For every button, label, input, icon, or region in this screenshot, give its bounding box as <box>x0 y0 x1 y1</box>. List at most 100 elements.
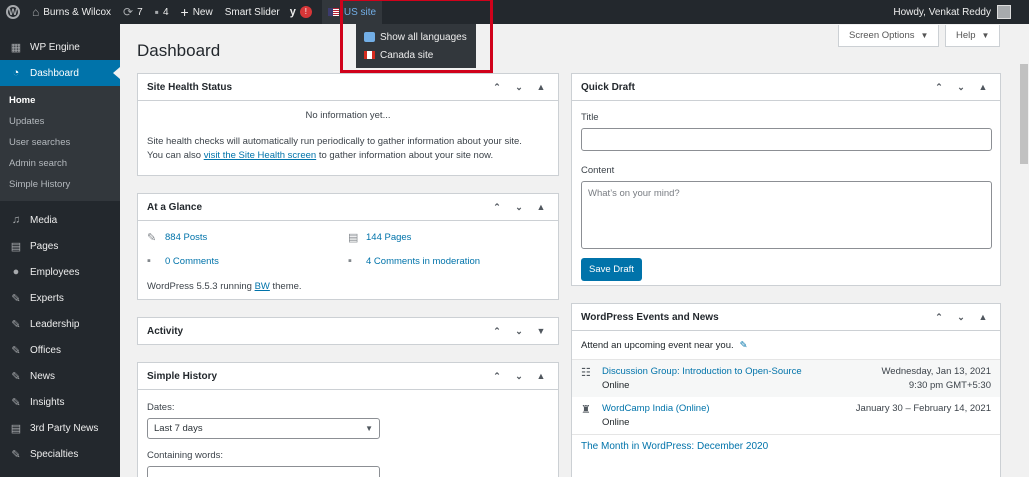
move-down-icon[interactable]: ⌄ <box>950 82 972 93</box>
page-icon: ▤ <box>10 422 22 435</box>
toggle-panel-icon[interactable]: ▲ <box>530 82 552 93</box>
toggle-panel-icon[interactable]: ▼ <box>530 326 552 337</box>
move-down-icon[interactable]: ⌄ <box>508 82 530 93</box>
language-switcher[interactable]: US site <box>321 0 383 24</box>
glance-comments[interactable]: ▪ 0 Comments <box>147 255 348 267</box>
edit-location-icon[interactable]: ✎ <box>740 340 748 351</box>
wordpress-logo-button[interactable]: W <box>0 0 26 24</box>
widget-controls: ⌃ ⌄ ▲ <box>928 82 1000 93</box>
submenu-simple-history[interactable]: Simple History <box>0 174 120 195</box>
sidebar-item-label: WP Engine <box>30 41 80 53</box>
version-label: WordPress 5.5.3 running <box>147 281 255 292</box>
theme-link[interactable]: BW <box>255 281 270 292</box>
version-text: WordPress 5.5.3 running BW theme. <box>147 281 549 292</box>
show-all-languages-item[interactable]: Show all languages <box>356 28 476 46</box>
posts-count-link[interactable]: 884 Posts <box>165 232 207 243</box>
glance-moderation[interactable]: ▪ 4 Comments in moderation <box>348 255 549 267</box>
scrollbar-thumb[interactable] <box>1020 64 1028 164</box>
glance-posts[interactable]: ✎ 884 Posts <box>147 231 348 244</box>
draft-title-input[interactable] <box>581 128 992 151</box>
sidebar-item-label: Experts <box>30 292 64 304</box>
move-up-icon[interactable]: ⌃ <box>928 312 950 323</box>
news-link[interactable]: The Month in WordPress: December 2020 <box>581 441 768 452</box>
pages-count-link[interactable]: 144 Pages <box>366 232 411 243</box>
toggle-panel-icon[interactable]: ▲ <box>530 371 552 382</box>
widget-body: Title Content What’s on your mind? Save … <box>572 101 1000 290</box>
widget-controls: ⌃ ⌄ ▲ <box>486 371 558 382</box>
comments-link[interactable]: ▪ 4 <box>149 0 175 24</box>
sidebar-item-experts[interactable]: ✎ Experts <box>0 285 120 311</box>
sidebar-item-media[interactable]: ♫ Media <box>0 207 120 233</box>
draft-content-textarea[interactable]: What’s on your mind? <box>581 181 992 249</box>
screen-options-button[interactable]: Screen Options ▼ <box>838 25 940 47</box>
toggle-panel-icon[interactable]: ▲ <box>972 82 994 93</box>
site-name-link[interactable]: ⌂ Burns & Wilcox <box>26 0 117 24</box>
canada-site-item[interactable]: Canada site <box>356 46 476 64</box>
events-news-widget: WordPress Events and News ⌃ ⌄ ▲ Attend an … <box>571 303 1001 477</box>
grid-icon: ▦ <box>10 41 22 54</box>
help-button[interactable]: Help ▼ <box>945 25 1001 47</box>
site-health-link[interactable]: visit the Site Health screen <box>204 150 316 161</box>
site-health-text: You can also <box>147 150 204 161</box>
canada-flag-icon <box>364 51 375 59</box>
smart-slider-label: Smart Slider <box>224 6 280 18</box>
move-down-icon[interactable]: ⌄ <box>508 371 530 382</box>
move-up-icon[interactable]: ⌃ <box>486 202 508 213</box>
quick-draft-widget: Quick Draft ⌃ ⌄ ▲ Title Content What’s on … <box>571 73 1001 286</box>
move-up-icon[interactable]: ⌃ <box>486 326 508 337</box>
sidebar-item-insights[interactable]: ✎ Insights <box>0 389 120 415</box>
greeting-label: Howdy, Venkat Reddy <box>893 6 991 18</box>
pin-icon: ✎ <box>11 344 21 357</box>
smart-slider-link[interactable]: Smart Slider <box>219 0 286 24</box>
notification-link[interactable]: ! <box>298 0 318 24</box>
event-name-link[interactable]: Discussion Group: Introduction to Open-S… <box>602 366 881 377</box>
submenu-admin-search[interactable]: Admin search <box>0 153 120 174</box>
move-down-icon[interactable]: ⌄ <box>950 312 972 323</box>
move-up-icon[interactable]: ⌃ <box>486 82 508 93</box>
sidebar-item-wp-engine[interactable]: ▦ WP Engine <box>0 34 120 60</box>
sidebar-item-employees[interactable]: ● Employees <box>0 259 120 285</box>
submenu-user-searches[interactable]: User searches <box>0 132 120 153</box>
widget-header[interactable]: Activity ⌃ ⌄ ▼ <box>138 318 558 345</box>
comments-count-link[interactable]: 0 Comments <box>165 256 219 267</box>
sidebar-item-leadership[interactable]: ✎ Leadership <box>0 311 120 337</box>
sidebar-item-pages[interactable]: ▤ Pages <box>0 233 120 259</box>
yoast-link[interactable]: y <box>286 0 298 24</box>
move-down-icon[interactable]: ⌄ <box>508 202 530 213</box>
containing-words-input[interactable] <box>147 466 380 477</box>
wordcamp-icon: ♜ <box>581 404 591 416</box>
sidebar-item-label: Media <box>30 214 58 226</box>
event-date: Wednesday, Jan 13, 2021 <box>881 366 991 377</box>
move-up-icon[interactable]: ⌃ <box>486 371 508 382</box>
updates-link[interactable]: ⟳ 7 <box>117 0 149 24</box>
save-draft-button[interactable]: Save Draft <box>581 258 642 281</box>
glance-pages[interactable]: ▤ 144 Pages <box>348 231 549 244</box>
sidebar-item-dashboard[interactable]: ◔ Dashboard <box>0 60 120 86</box>
updates-icon: ⟳ <box>123 5 134 19</box>
widget-controls: ⌃ ⌄ ▲ <box>928 312 1000 323</box>
attend-text: Attend an upcoming event near you. <box>581 340 734 351</box>
moderation-link[interactable]: 4 Comments in moderation <box>366 256 480 267</box>
media-icon: ♫ <box>11 214 21 226</box>
submenu-home[interactable]: Home <box>0 90 120 111</box>
sidebar-item-3rd-party-news[interactable]: ▤ 3rd Party News <box>0 415 120 441</box>
title-label: Title <box>581 112 599 123</box>
sidebar-item-news[interactable]: ✎ News <box>0 363 120 389</box>
move-up-icon[interactable]: ⌃ <box>928 82 950 93</box>
dates-label: Dates: <box>147 402 175 413</box>
event-name-link[interactable]: WordCamp India (Online) <box>602 403 856 414</box>
widget-header: Site Health Status ⌃ ⌄ ▲ <box>138 74 558 101</box>
comments-count: 4 <box>162 6 169 18</box>
widget-title: At a Glance <box>147 201 203 213</box>
account-menu[interactable]: Howdy, Venkat Reddy <box>893 0 1029 24</box>
submenu-updates[interactable]: Updates <box>0 111 120 132</box>
toggle-panel-icon[interactable]: ▲ <box>530 202 552 213</box>
dates-select[interactable]: Last 7 days ▼ <box>147 418 380 439</box>
sidebar-item-specialties[interactable]: ✎ Specialties <box>0 441 120 467</box>
sidebar-item-offices[interactable]: ✎ Offices <box>0 337 120 363</box>
toggle-panel-icon[interactable]: ▲ <box>972 312 994 323</box>
new-content-link[interactable]: + New <box>175 0 219 24</box>
move-down-icon[interactable]: ⌄ <box>508 326 530 337</box>
page-scrollbar[interactable] <box>1019 24 1029 477</box>
event-item: ♜ WordCamp India (Online) Online January… <box>572 397 1000 434</box>
